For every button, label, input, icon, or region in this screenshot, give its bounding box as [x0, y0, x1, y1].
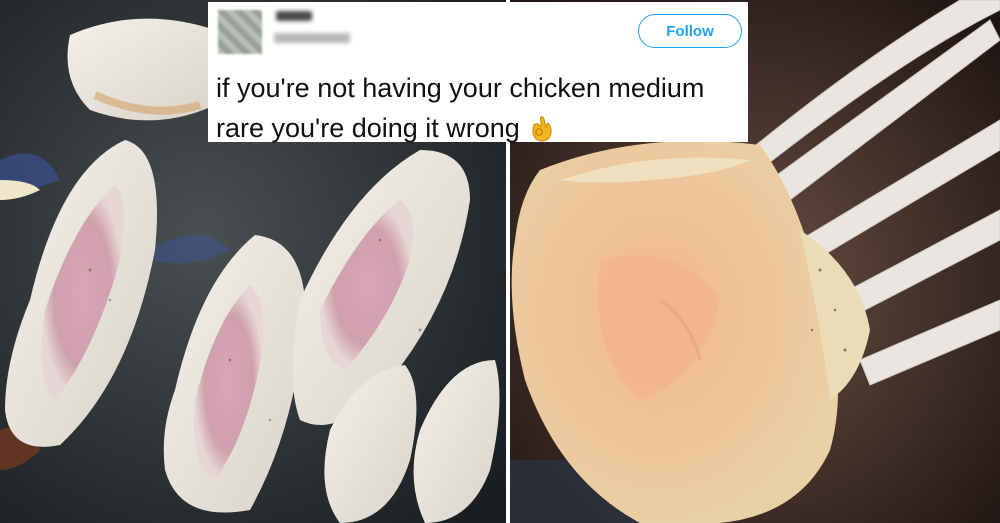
- follow-button[interactable]: Follow: [638, 14, 742, 48]
- tweet-text-line-2-text: rare you're doing it wrong: [216, 113, 520, 143]
- tweet-text: if you're not having your chicken medium…: [216, 68, 736, 154]
- blurred-username: [274, 33, 350, 43]
- tweet-text-line-1: if you're not having your chicken medium: [216, 73, 705, 103]
- tweet-card: Follow if you're not having your chicken…: [208, 2, 748, 143]
- tweet-text-line-2: rare you're doing it wrong: [216, 108, 736, 154]
- ok-hand-emoji-icon: [528, 113, 554, 154]
- avatar[interactable]: [218, 10, 262, 54]
- chicken-slice: [67, 18, 225, 121]
- blurred-display-name: [276, 11, 312, 21]
